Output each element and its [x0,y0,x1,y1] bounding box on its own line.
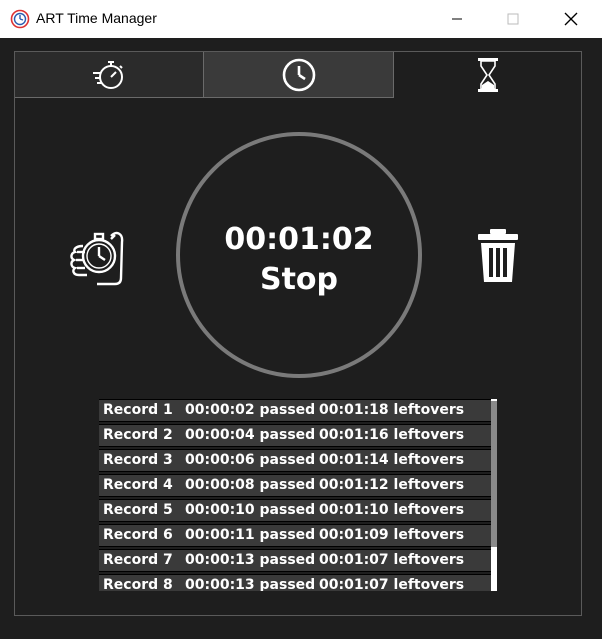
record-name: Record 3 [103,452,173,468]
hourglass-icon [477,58,498,92]
list-item: Record 2 00:00:04 passed 00:01:16 leftov… [99,424,491,447]
records-scrollbar-thumb[interactable] [491,401,497,547]
record-leftovers: 00:01:10 leftovers [319,502,465,518]
close-button[interactable] [542,0,600,38]
clock-icon [282,58,315,91]
record-leftovers: 00:01:14 leftovers [319,452,465,468]
stopwatch-fast-icon [93,60,123,89]
timer-display: 00:01:02 [224,222,374,257]
clear-records-button[interactable] [475,228,521,284]
app-logo-icon [10,9,30,29]
record-name: Record 7 [103,552,173,568]
maximize-icon [507,13,519,25]
title-bar: ART Time Manager [0,0,602,38]
lap-button[interactable] [65,222,135,288]
record-passed: 00:00:13 passed [185,577,316,591]
minimize-button[interactable] [428,0,486,38]
tab-timer[interactable] [394,52,581,98]
record-name: Record 1 [103,402,173,418]
hand-stopwatch-icon [70,231,124,286]
list-item: Record 5 00:00:10 passed 00:01:10 leftov… [99,499,491,522]
trash-icon [478,229,518,282]
list-item: Record 1 00:00:02 passed 00:01:18 leftov… [99,399,491,422]
list-item: Record 7 00:00:13 passed 00:01:07 leftov… [99,549,491,572]
record-passed: 00:00:08 passed [185,477,316,493]
list-item: Record 8 00:00:13 passed 00:01:07 leftov… [99,574,491,591]
records-list: Record 1 00:00:02 passed 00:01:18 leftov… [99,399,497,591]
record-name: Record 2 [103,427,173,443]
record-leftovers: 00:01:07 leftovers [319,552,465,568]
window-title: ART Time Manager [36,10,157,26]
record-leftovers: 00:01:12 leftovers [319,477,465,493]
record-leftovers: 00:01:18 leftovers [319,402,465,418]
record-passed: 00:00:04 passed [185,427,316,443]
record-name: Record 6 [103,527,173,543]
record-passed: 00:00:13 passed [185,552,316,568]
record-leftovers: 00:01:16 leftovers [319,427,465,443]
timer-ring-button[interactable]: 00:01:02 Stop [176,132,422,378]
timer-state-label: Stop [259,262,339,297]
list-item: Record 4 00:00:08 passed 00:01:12 leftov… [99,474,491,497]
record-passed: 00:00:06 passed [185,452,316,468]
record-name: Record 8 [103,577,173,591]
main-panel: 00:01:02 Stop Record 1 00:00:02 passed 0… [14,51,582,616]
record-passed: 00:00:10 passed [185,502,316,518]
record-name: Record 5 [103,502,173,518]
close-icon [564,12,578,26]
tab-bar [15,52,581,98]
record-passed: 00:00:11 passed [185,527,316,543]
tab-clock[interactable] [204,52,394,98]
maximize-button[interactable] [484,0,542,38]
record-leftovers: 00:01:07 leftovers [319,577,465,591]
record-name: Record 4 [103,477,173,493]
record-leftovers: 00:01:09 leftovers [319,527,465,543]
minimize-icon [452,18,462,20]
record-passed: 00:00:02 passed [185,402,316,418]
list-item: Record 3 00:00:06 passed 00:01:14 leftov… [99,449,491,472]
list-item: Record 6 00:00:11 passed 00:01:09 leftov… [99,524,491,547]
tab-stopwatch[interactable] [15,52,204,98]
